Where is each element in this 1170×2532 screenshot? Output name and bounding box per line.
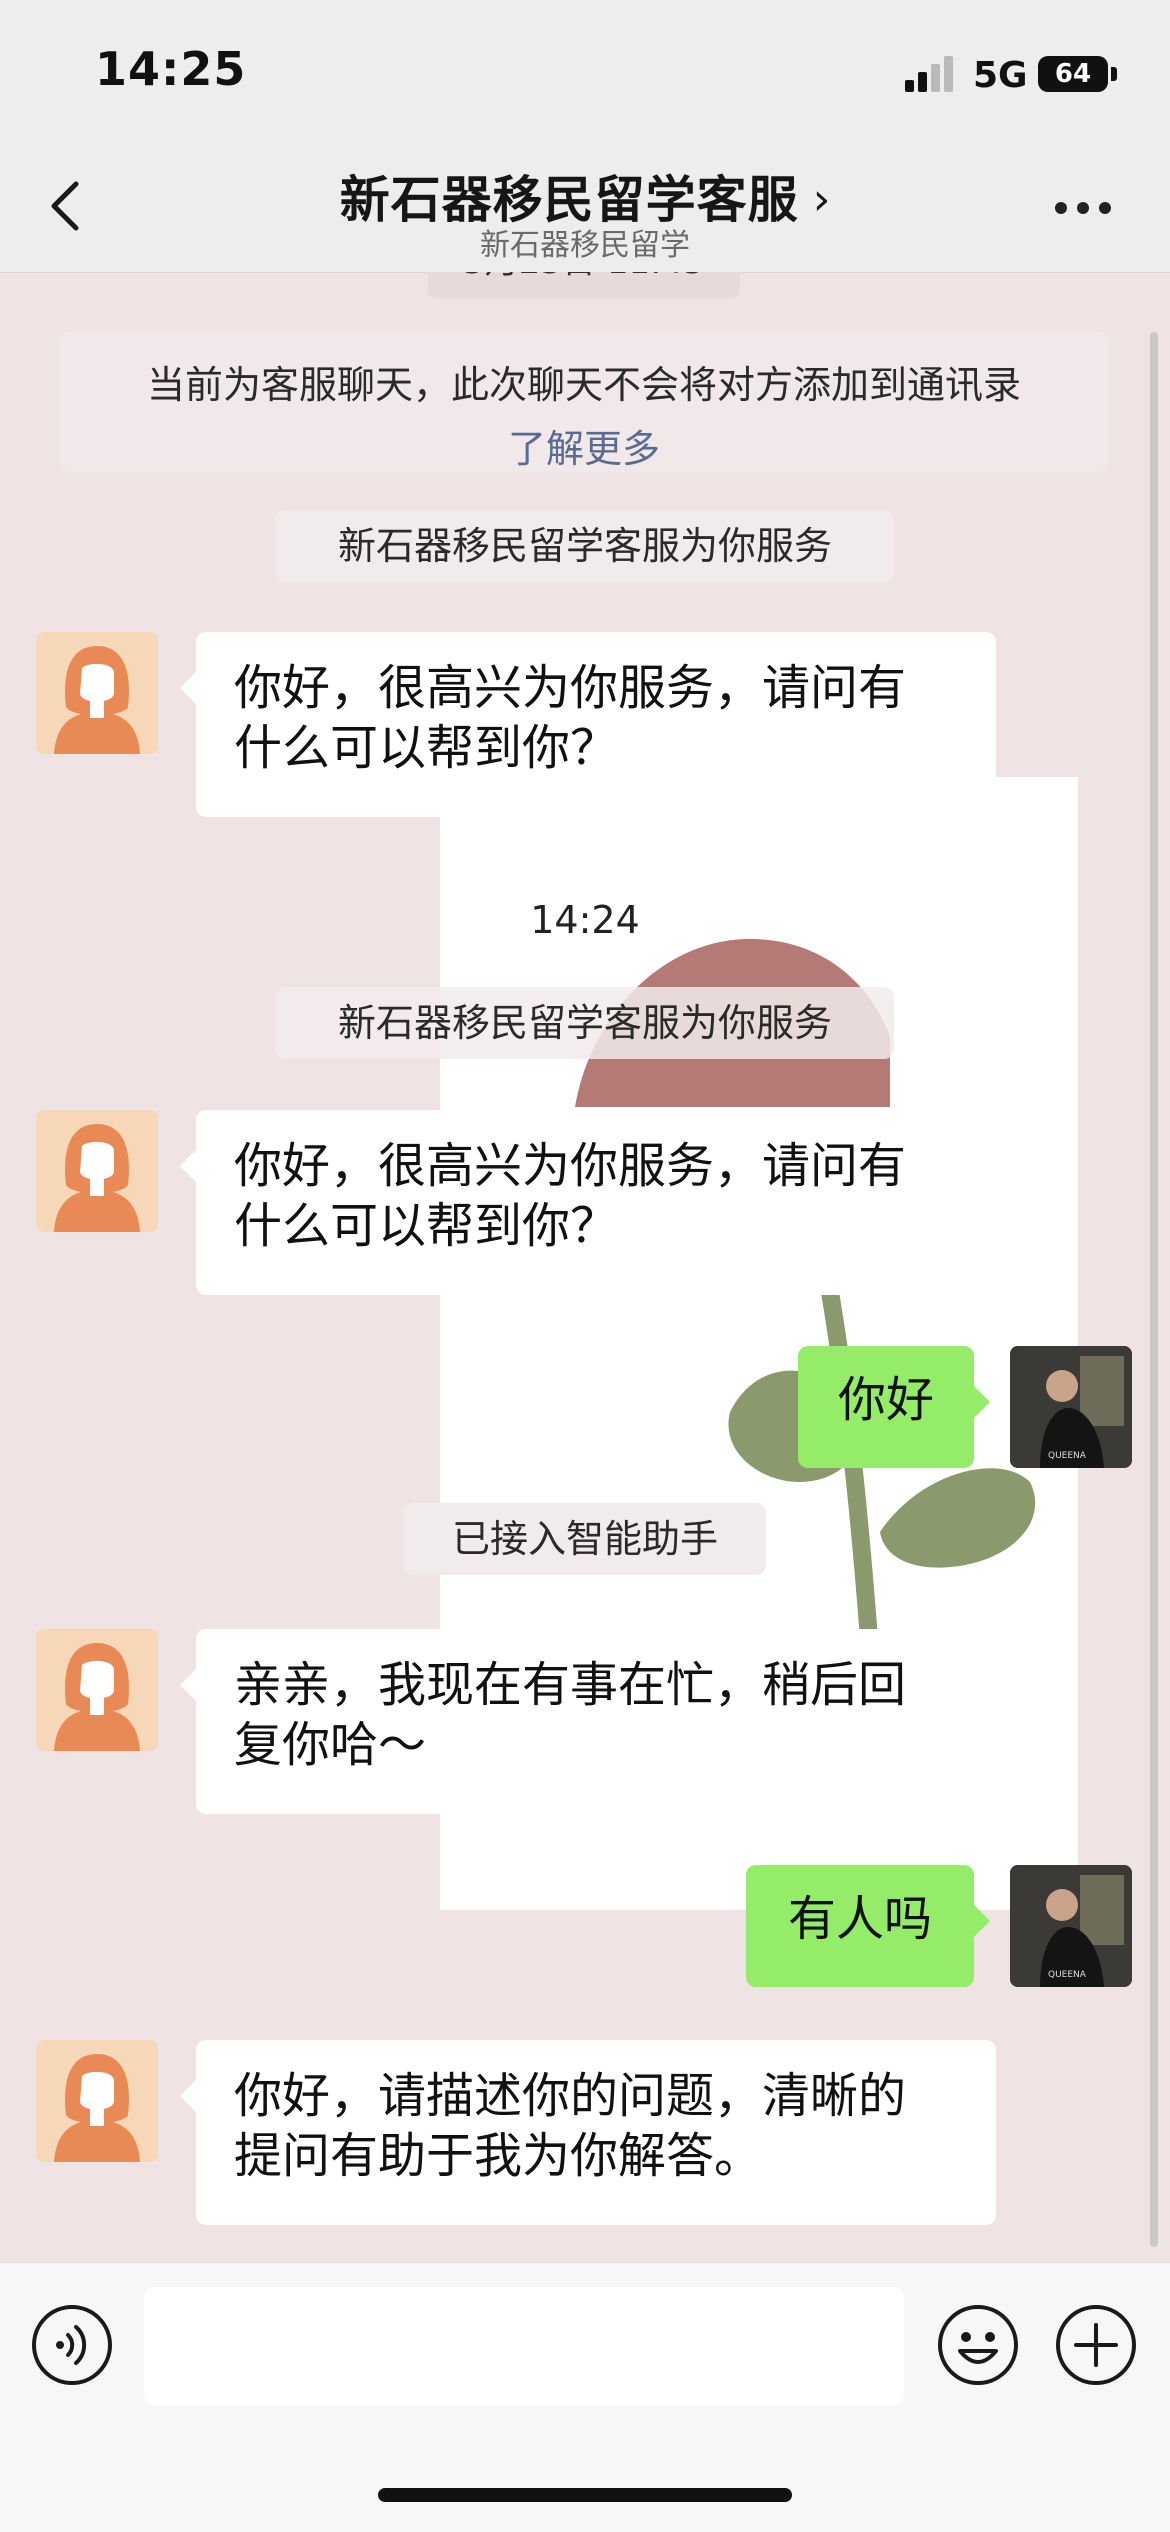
partial-time-label: 5月23日 11:45 (428, 272, 740, 298)
agent-avatar-icon (54, 646, 140, 754)
plus-icon[interactable] (1054, 2303, 1138, 2387)
battery-icon: 64 (1038, 56, 1108, 92)
avatar[interactable]: QUEENA (1010, 1346, 1132, 1468)
notice-text: 当前为客服聊天，此次聊天不会将对方添加到通讯录 (146, 363, 1021, 407)
agent-message-bubble[interactable]: 亲亲，我现在有事在忙，稍后回 复你哈～ (180, 1629, 996, 1814)
emoji-icon[interactable] (936, 2303, 1020, 2387)
status-bar: 14:25 5G 64 (0, 0, 1170, 140)
more-dots-icon[interactable] (1055, 202, 1115, 218)
agent-message-bubble[interactable]: 你好，很高兴为你服务，请问有 什么可以帮到你？ (180, 632, 996, 817)
avatar[interactable] (36, 1629, 158, 1751)
avatar[interactable] (36, 1110, 158, 1232)
agent-avatar-icon (54, 1124, 140, 1232)
system-message: 新石器移民留学客服为你服务 (276, 510, 894, 582)
battery-tip (1111, 67, 1117, 81)
user-avatar-icon: QUEENA (1010, 1865, 1132, 1987)
nav-bar: 新石器移民留学客服 › 新石器移民留学 (0, 140, 1170, 273)
chevron-right-icon: › (812, 174, 831, 225)
message-text: 提问有助于我为你解答。 (234, 2128, 763, 2184)
message-text: 你好，很高兴为你服务，请问有 (234, 660, 907, 716)
svg-text:QUEENA: QUEENA (1048, 1970, 1087, 1980)
agent-message-bubble[interactable]: 你好，请描述你的问题，清晰的 提问有助于我为你解答。 (180, 2040, 996, 2225)
message-input[interactable] (144, 2287, 904, 2405)
battery-level: 64 (1054, 59, 1092, 89)
message-text: 亲亲，我现在有事在忙，稍后回 (234, 1657, 907, 1713)
chat-screen: 14:25 5G 64 新石器移民留学客服 › 新石器移民留学 当前为客服聊天，… (0, 0, 1170, 2532)
message-text: 什么可以帮到你？ (234, 1198, 619, 1254)
user-message-bubble[interactable]: 有人吗 (746, 1865, 990, 1987)
svg-text:QUEENA: QUEENA (1048, 1451, 1087, 1461)
time-divider: 14:24 (530, 898, 640, 942)
network-label: 5G (973, 55, 1028, 96)
agent-message-bubble[interactable]: 你好，很高兴为你服务，请问有 什么可以帮到你？ (180, 1110, 996, 1295)
signal-icon (905, 56, 955, 92)
voice-icon[interactable] (30, 2303, 114, 2387)
partial-time-text: 5月23日 11:45 (428, 272, 740, 283)
page-subtitle: 新石器移民留学 (480, 228, 690, 263)
avatar[interactable] (36, 632, 158, 754)
message-text: 你好 (837, 1372, 934, 1428)
message-text: 你好，很高兴为你服务，请问有 (234, 1138, 907, 1194)
message-text: 复你哈～ (234, 1717, 427, 1773)
user-message-bubble[interactable]: 你好 (798, 1346, 990, 1468)
avatar[interactable]: QUEENA (1010, 1865, 1132, 1987)
avatar[interactable] (36, 2040, 158, 2162)
status-time: 14:25 (95, 42, 247, 96)
user-avatar-icon: QUEENA (1010, 1346, 1132, 1468)
message-text: 什么可以帮到你？ (234, 720, 619, 776)
agent-avatar-icon (54, 2054, 140, 2162)
home-indicator[interactable] (378, 2488, 792, 2502)
message-text: 有人吗 (787, 1891, 932, 1947)
system-message: 新石器移民留学客服为你服务 (276, 987, 894, 1059)
system-message: 已接入智能助手 (404, 1503, 766, 1575)
chat-area[interactable]: 5月23日 11:45 当前为客服聊天，此次聊天不会将对方添加到通讯录 了解更多… (0, 272, 1170, 2262)
scrollbar[interactable] (1150, 332, 1158, 2247)
agent-avatar-icon (54, 1643, 140, 1751)
message-text: 你好，请描述你的问题，清晰的 (234, 2068, 907, 2124)
notice-card: 当前为客服聊天，此次聊天不会将对方添加到通讯录 了解更多 (60, 332, 1108, 472)
learn-more-link[interactable]: 了解更多 (60, 418, 1108, 473)
